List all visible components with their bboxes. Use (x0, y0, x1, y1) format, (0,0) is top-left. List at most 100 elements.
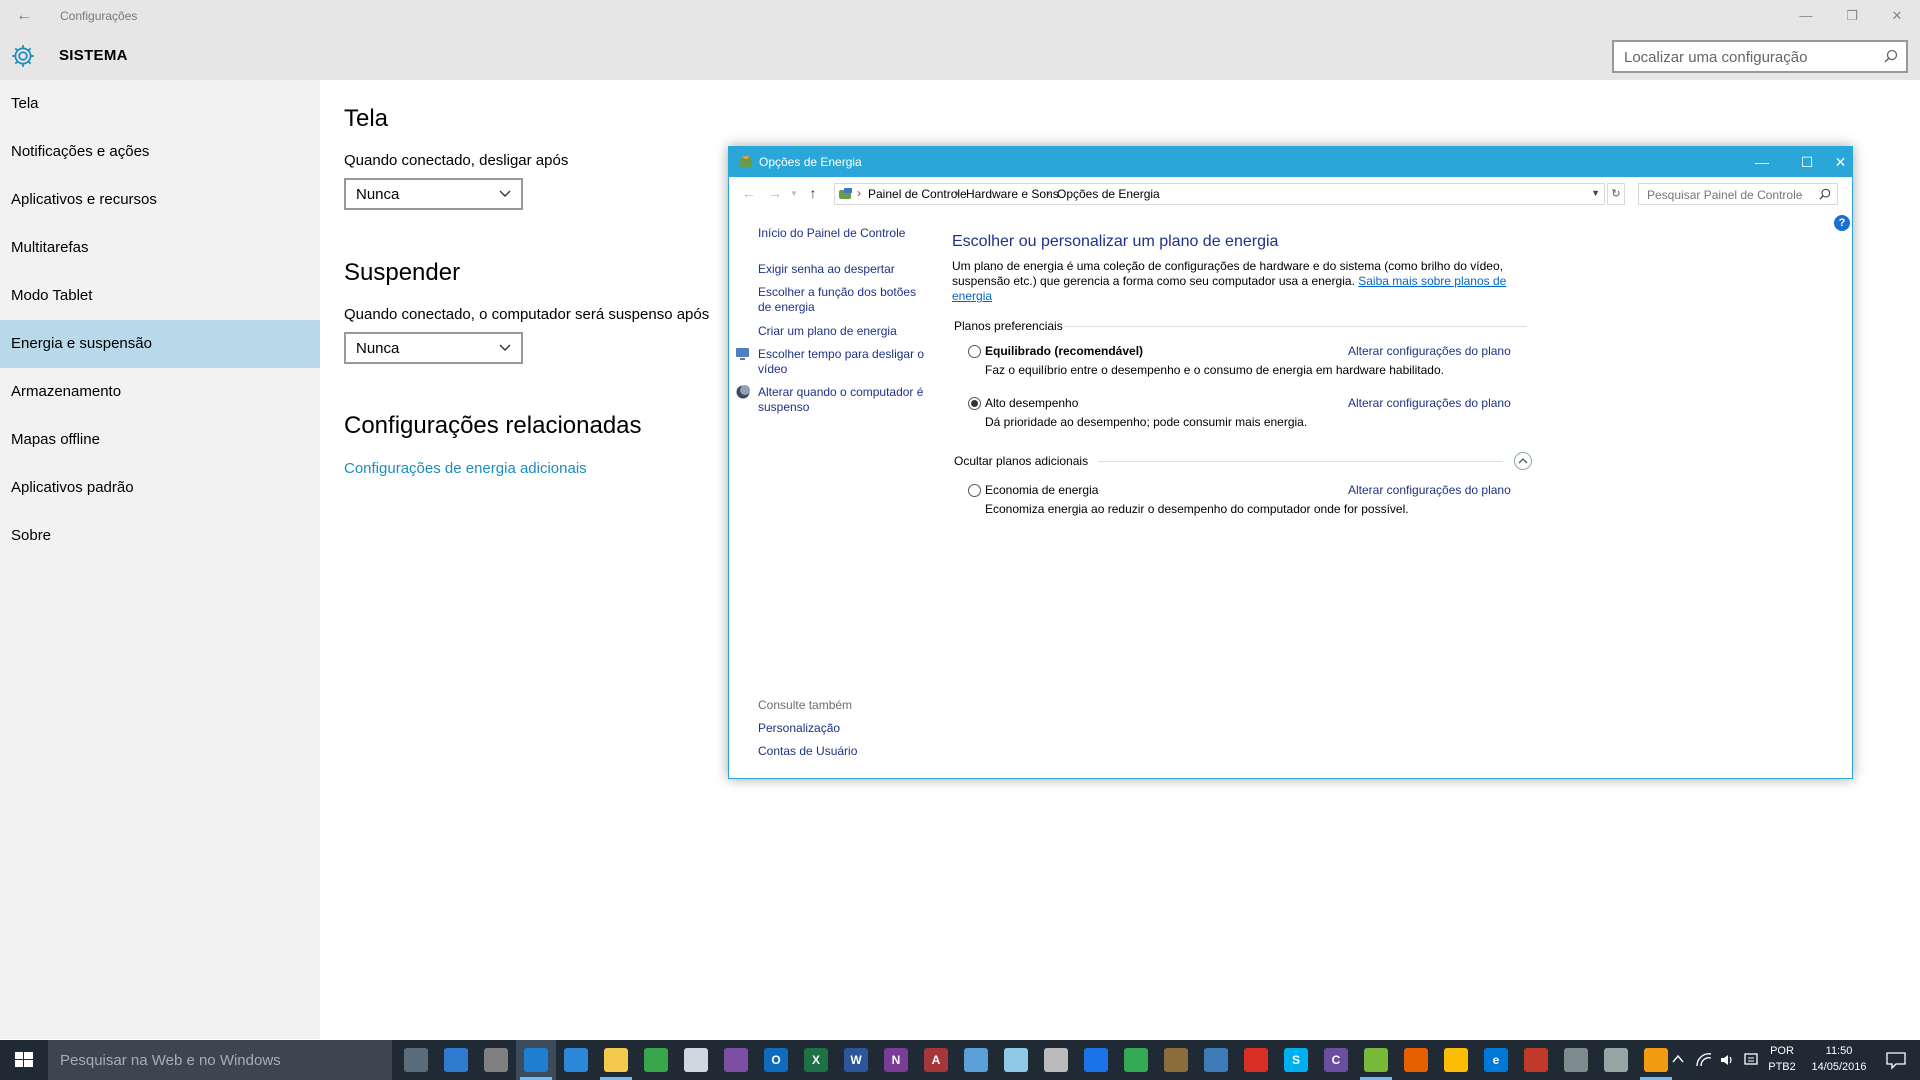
taskbar-search-input[interactable]: Pesquisar na Web e no Windows (48, 1040, 392, 1080)
onenote-2016-icon[interactable]: N (884, 1048, 908, 1072)
restore-button[interactable]: ❐ (1829, 0, 1875, 31)
change-plan-settings-link[interactable]: Alterar configurações do plano (1348, 396, 1511, 410)
sleep-dropdown[interactable]: Nunca (344, 332, 523, 364)
close-button[interactable]: ✕ (1874, 0, 1920, 31)
sidebar-item-aplicativos[interactable]: Aplicativos e recursos (0, 176, 320, 224)
collapse-chevron-up-icon[interactable] (1514, 452, 1532, 470)
game-icon[interactable] (1524, 1048, 1548, 1072)
windows-start-icon[interactable] (0, 1040, 48, 1080)
file-explorer-icon[interactable] (604, 1048, 628, 1072)
sidebar-item-sobre[interactable]: Sobre (0, 512, 320, 560)
plan-high-performance-radio[interactable] (968, 397, 981, 410)
nero-icon[interactable] (1244, 1048, 1268, 1072)
minimize-button[interactable]: — (1783, 0, 1829, 31)
screen-off-dropdown[interactable]: Nunca (344, 178, 523, 210)
utorrent-icon[interactable] (1364, 1048, 1388, 1072)
close-button[interactable]: ✕ (1829, 147, 1852, 177)
sidebar-item-tela[interactable]: Tela (0, 80, 320, 128)
display-off-time-link[interactable]: Escolher tempo para desligar o vídeo (758, 347, 928, 377)
dropdown-value: Nunca (356, 186, 400, 203)
language-bottom[interactable]: PTB2 (1764, 1061, 1800, 1073)
tools-icon[interactable] (1604, 1048, 1628, 1072)
wifi-icon[interactable] (1695, 1052, 1713, 1068)
plan-power-saver-radio[interactable] (968, 484, 981, 497)
onedrive-icon[interactable] (1084, 1048, 1108, 1072)
airplane-icon[interactable] (684, 1048, 708, 1072)
recent-chevron-icon[interactable]: ▼ (786, 189, 802, 198)
refresh-icon[interactable]: ↻ (1607, 183, 1625, 205)
minimize-button[interactable]: — (1739, 147, 1785, 177)
access-icon[interactable]: A (924, 1048, 948, 1072)
display-icon (736, 348, 749, 360)
action-center-icon[interactable] (1884, 1050, 1908, 1070)
control-panel-icon[interactable] (524, 1048, 548, 1072)
address-bar[interactable]: › Painel de Controle › Hardware e Sons ›… (834, 183, 1605, 205)
sidebar-item-energia[interactable]: Energia e suspensão (0, 320, 320, 368)
store-icon[interactable] (444, 1048, 468, 1072)
back-arrow-icon[interactable]: ← (14, 6, 34, 26)
library-icon[interactable] (1164, 1048, 1188, 1072)
up-arrow-icon[interactable]: ↑ (805, 185, 821, 201)
sidebar-item-modo-tablet[interactable]: Modo Tablet (0, 272, 320, 320)
warships-icon[interactable] (1564, 1048, 1588, 1072)
chrome-icon[interactable] (1444, 1048, 1468, 1072)
plan-name: Alto desempenho (985, 396, 1079, 410)
power-buttons-link[interactable]: Escolher a função dos botões de energia (758, 285, 918, 315)
edge-icon[interactable]: e (1484, 1048, 1508, 1072)
additional-power-settings-link[interactable]: Configurações de energia adicionais (344, 460, 587, 477)
settings-search-input[interactable]: Localizar uma configuração (1612, 40, 1908, 73)
sidebar-item-multitarefas[interactable]: Multitarefas (0, 224, 320, 272)
help-icon[interactable]: ? (1834, 215, 1850, 231)
maximize-button[interactable]: ☐ (1784, 147, 1830, 177)
sidebar-item-notificacoes[interactable]: Notificações e ações (0, 128, 320, 176)
require-password-link[interactable]: Exigir senha ao despertar (758, 262, 895, 277)
notepad-icon[interactable] (1004, 1048, 1028, 1072)
chevron-up-icon[interactable] (1671, 1052, 1685, 1066)
personalization-link[interactable]: Personalização (758, 721, 840, 736)
sidebar-item-mapas-offline[interactable]: Mapas offline (0, 416, 320, 464)
back-arrow-icon[interactable]: ← (741, 185, 757, 201)
excel-icon[interactable]: X (804, 1048, 828, 1072)
chevron-down-icon[interactable]: ▼ (1591, 188, 1600, 198)
clock-time[interactable]: 11:50 (1808, 1045, 1870, 1057)
notifications-icon[interactable] (1743, 1052, 1759, 1068)
network-icon[interactable] (1204, 1048, 1228, 1072)
breadcrumb-item[interactable]: Painel de Controle (868, 187, 967, 201)
calculator-icon[interactable] (1044, 1048, 1068, 1072)
firefox-icon[interactable] (1404, 1048, 1428, 1072)
volume-icon[interactable] (1719, 1052, 1735, 1068)
breadcrumb-item[interactable]: Hardware e Sons (966, 187, 1059, 201)
breadcrumb-separator-icon: › (955, 186, 959, 200)
clock-date[interactable]: 14/05/2016 (1808, 1061, 1870, 1073)
xbox-icon[interactable] (644, 1048, 668, 1072)
breadcrumb-item[interactable]: Opções de Energia (1057, 187, 1160, 201)
settings-icon[interactable] (484, 1048, 508, 1072)
change-plan-settings-link[interactable]: Alterar configurações do plano (1348, 483, 1511, 497)
onenote-icon[interactable] (724, 1048, 748, 1072)
taskbar: Pesquisar na Web e no Windows OXWNA SCe P… (0, 1040, 1920, 1080)
google-drive-icon[interactable] (1124, 1048, 1148, 1072)
language-top[interactable]: POR (1764, 1045, 1800, 1057)
search-icon[interactable] (1884, 49, 1898, 63)
task-view-icon[interactable] (404, 1048, 428, 1072)
sidebar-item-armazenamento[interactable]: Armazenamento (0, 368, 320, 416)
plan-balanced-radio[interactable] (968, 345, 981, 358)
control-panel-home-link[interactable]: Início do Painel de Controle (758, 226, 905, 241)
search-icon[interactable] (1819, 188, 1831, 200)
change-plan-settings-link[interactable]: Alterar configurações do plano (1348, 344, 1511, 358)
paint-icon[interactable] (964, 1048, 988, 1072)
create-plan-link[interactable]: Criar um plano de energia (758, 324, 897, 339)
control-panel-search-input[interactable]: Pesquisar Painel de Controle (1638, 183, 1838, 205)
sidebar-item-aplicativos-padrao[interactable]: Aplicativos padrão (0, 464, 320, 512)
chevron-down-icon (499, 344, 511, 351)
media-icon[interactable] (1644, 1048, 1668, 1072)
search-placeholder: Localizar uma configuração (1624, 49, 1808, 66)
user-accounts-link[interactable]: Contas de Usuário (758, 744, 857, 759)
word-icon[interactable]: W (844, 1048, 868, 1072)
ccleaner-icon[interactable]: C (1324, 1048, 1348, 1072)
skype-icon[interactable]: S (1284, 1048, 1308, 1072)
outlook-icon[interactable]: O (764, 1048, 788, 1072)
remote-desktop-icon[interactable] (564, 1048, 588, 1072)
sleep-time-link[interactable]: Alterar quando o computador é suspenso (758, 385, 928, 415)
forward-arrow-icon[interactable]: → (767, 185, 783, 201)
